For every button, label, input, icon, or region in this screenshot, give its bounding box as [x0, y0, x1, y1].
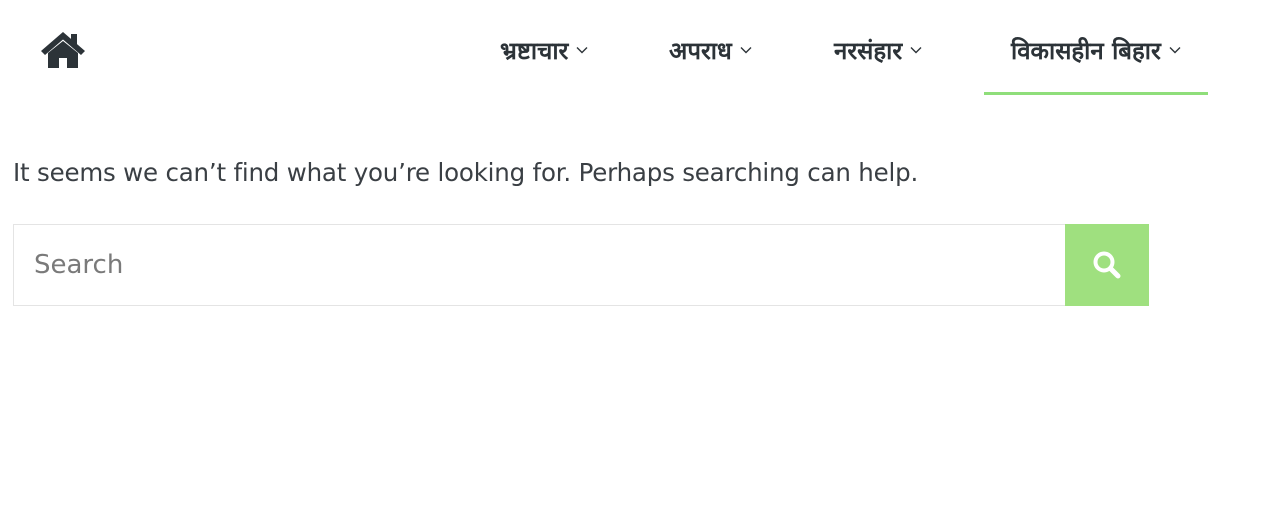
nav-item-label: विकासहीन बिहार [1011, 36, 1161, 65]
nav-item-label: भ्रष्टाचार [500, 36, 569, 65]
page: भ्रष्टाचार अपराध नरसंहार विकासहीन बिहार … [0, 0, 1280, 514]
chevron-down-icon [910, 46, 922, 54]
search-input[interactable] [13, 224, 1065, 306]
main-nav: भ्रष्टाचार अपराध नरसंहार विकासहीन बिहार [0, 0, 1280, 100]
search-form [13, 224, 1149, 306]
chevron-down-icon [1169, 46, 1181, 54]
search-button[interactable] [1065, 224, 1149, 306]
chevron-down-icon [740, 46, 752, 54]
not-found-message: It seems we can’t find what you’re looki… [13, 158, 919, 187]
nav-item-corruption[interactable]: भ्रष्टाचार [500, 26, 588, 74]
nav-item-crime[interactable]: अपराध [669, 26, 752, 74]
chevron-down-icon [576, 46, 588, 54]
nav-item-label: नरसंहार [834, 36, 903, 65]
nav-item-massacre[interactable]: नरसंहार [834, 26, 922, 74]
nav-item-label: अपराध [669, 36, 732, 65]
nav-item-undeveloped-bihar[interactable]: विकासहीन बिहार [984, 26, 1208, 95]
search-icon [1093, 251, 1121, 279]
